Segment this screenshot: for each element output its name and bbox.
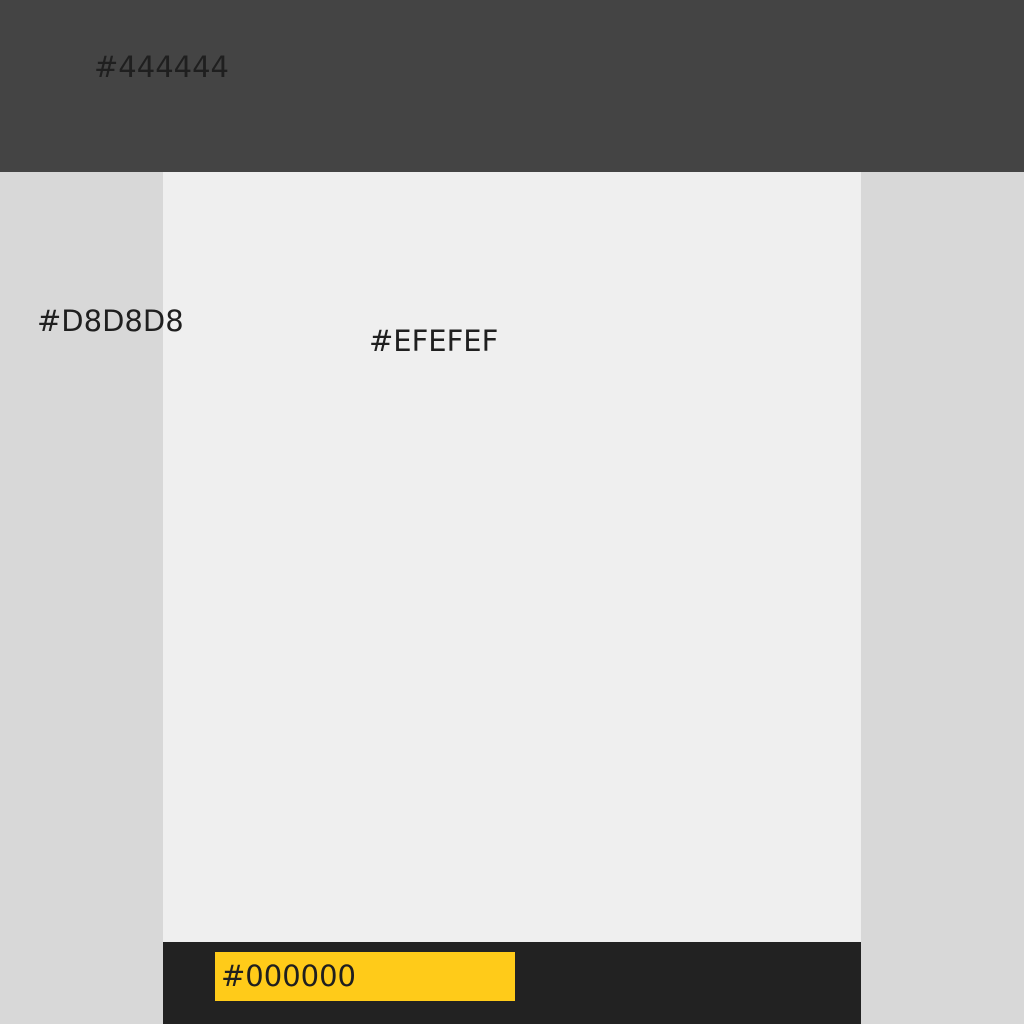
header-color-label: #444444 — [94, 50, 230, 84]
header-bar — [0, 0, 1024, 172]
sidebar-color-label: #D8D8D8 — [37, 304, 184, 338]
footer-bar: #000000 — [163, 942, 861, 1024]
main-panel-color-label: #EFEFEF — [369, 324, 499, 358]
footer-highlight: #000000 — [215, 952, 515, 1001]
left-side-area — [0, 172, 163, 1024]
footer-highlight-label: #000000 — [221, 959, 357, 993]
right-side-area — [861, 172, 1024, 1024]
main-panel — [163, 172, 861, 942]
